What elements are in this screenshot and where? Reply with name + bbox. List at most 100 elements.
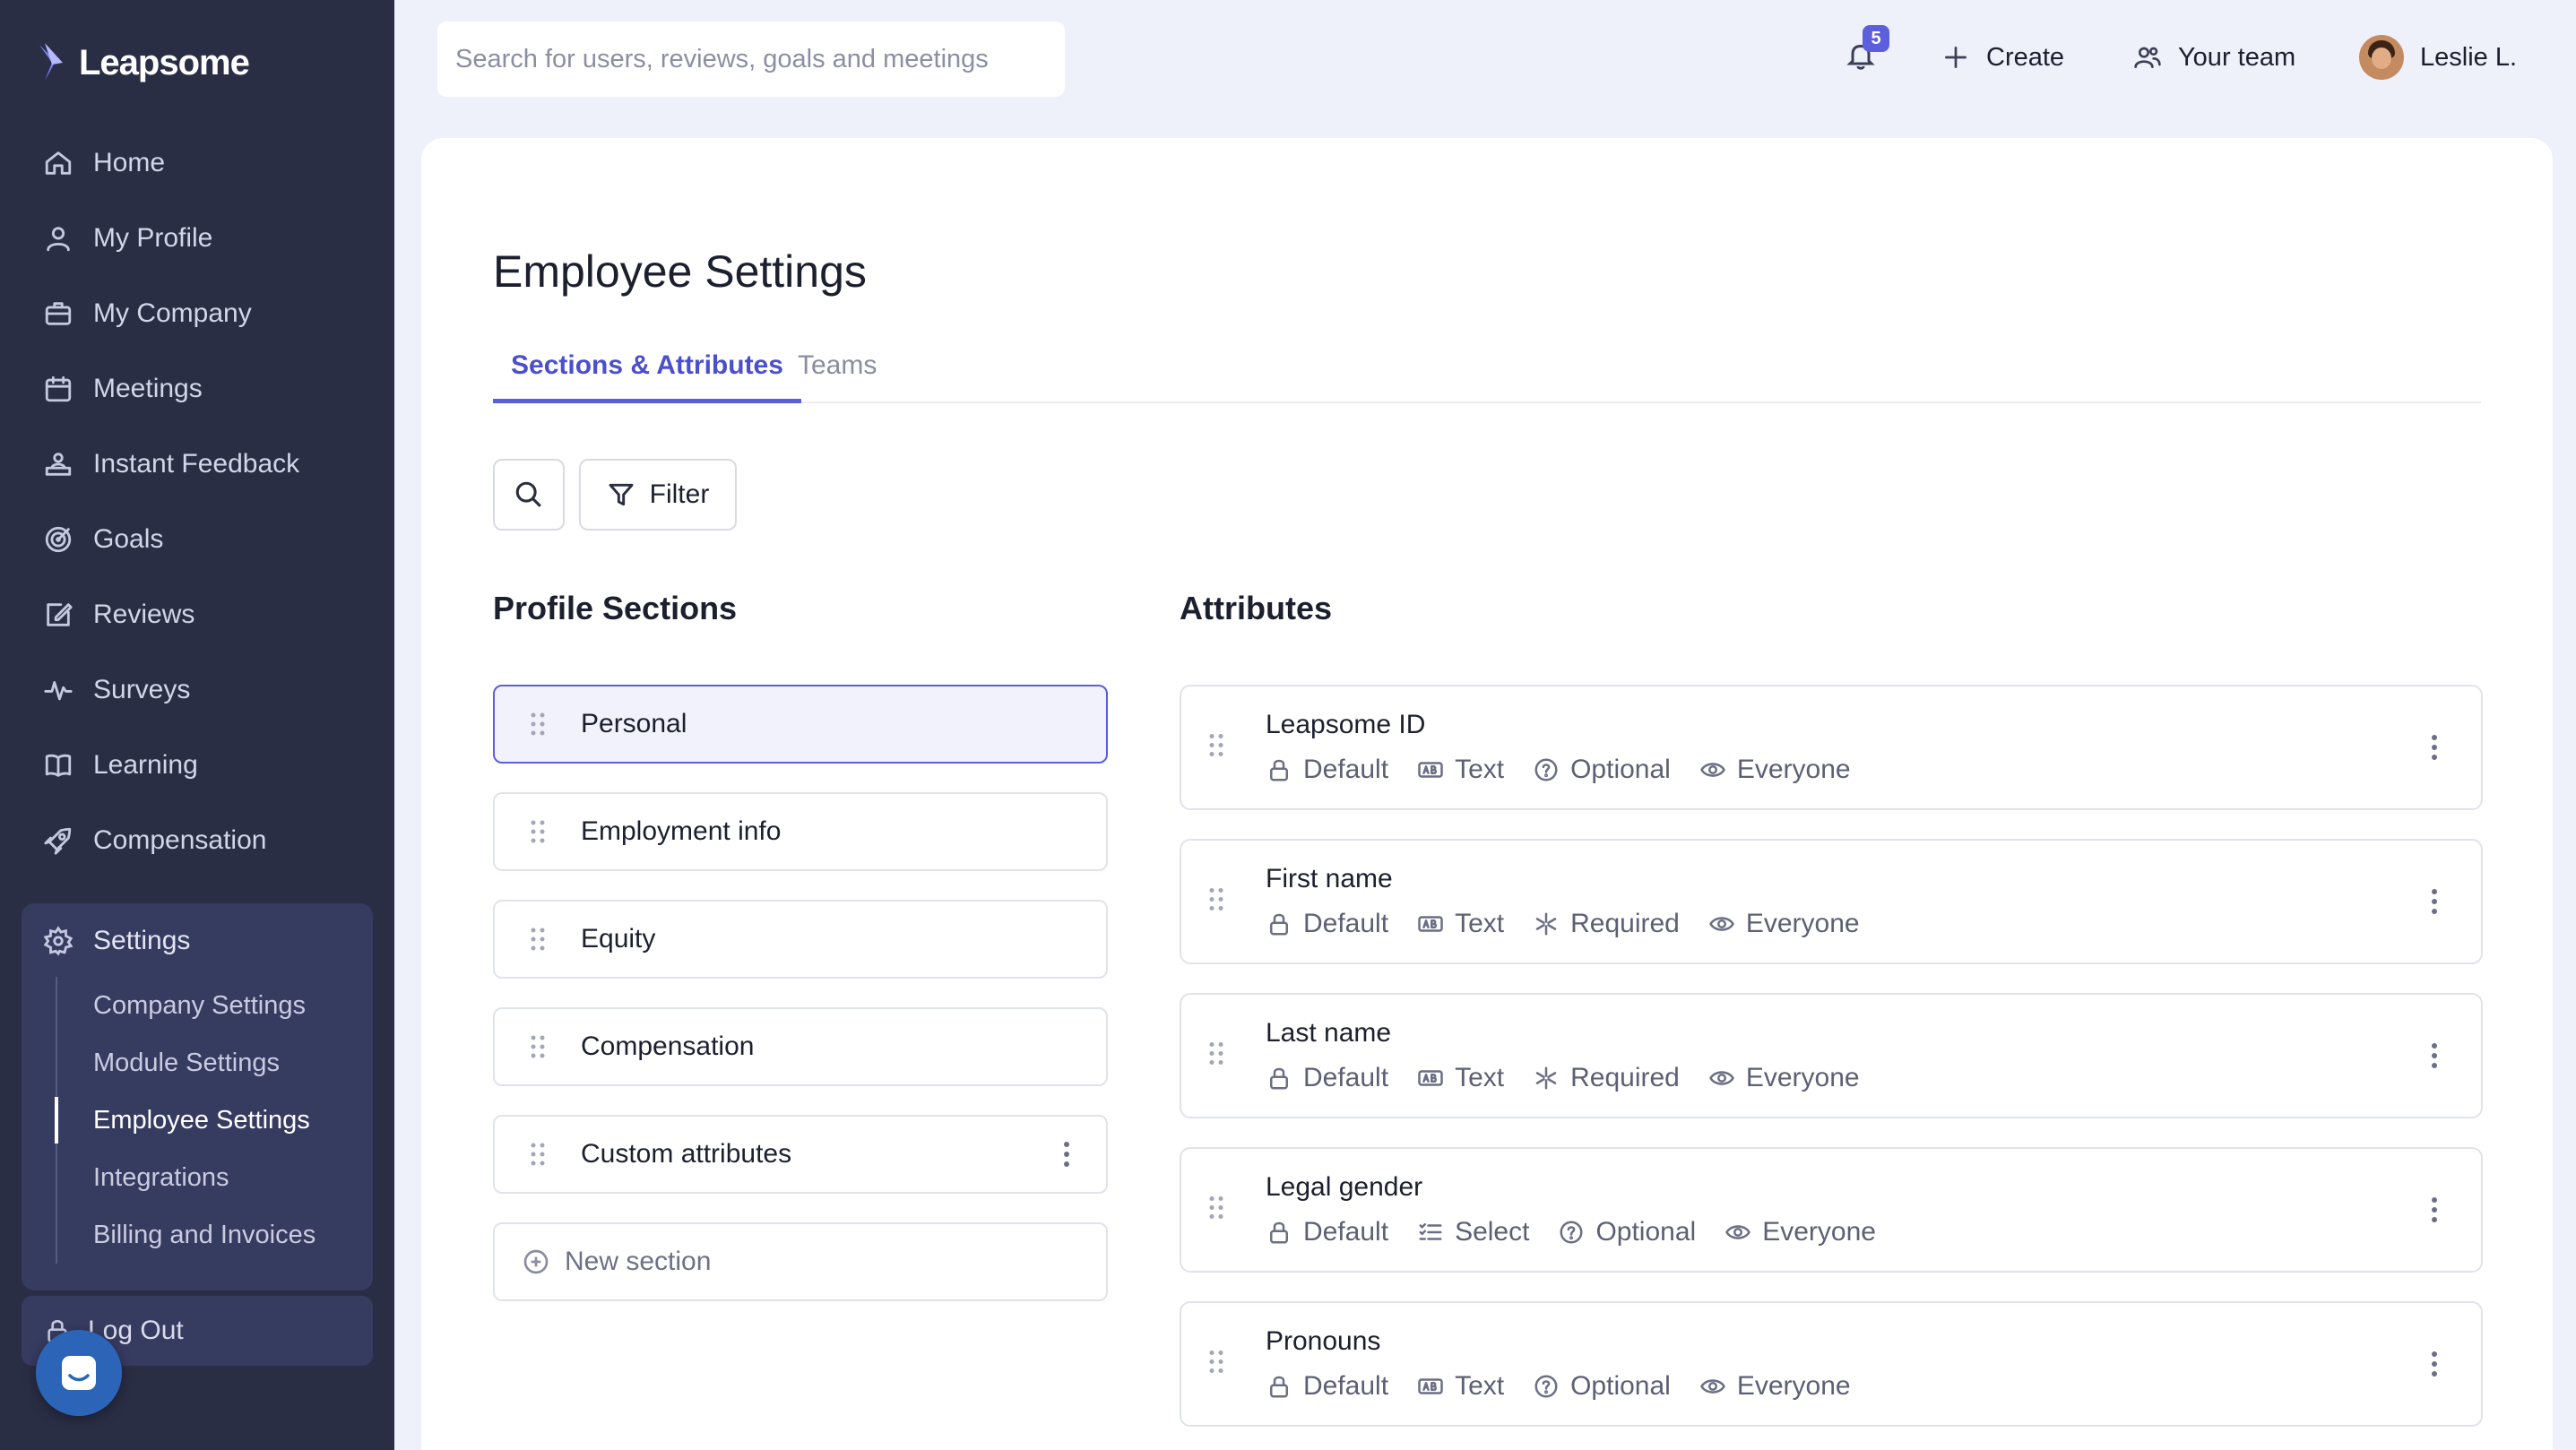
attribute-row-first-name[interactable]: First name Default Text Required Everyon… <box>1180 839 2483 964</box>
nav-item-settings[interactable]: Settings <box>22 903 373 979</box>
drag-handle-icon[interactable] <box>495 1141 581 1168</box>
plus-circle-icon <box>523 1249 549 1274</box>
profile-sections-list: Personal Employment info Equity Compensa… <box>493 685 1108 1330</box>
attribute-name: Leapsome ID <box>1266 710 1426 739</box>
section-label: Custom attributes <box>581 1139 792 1169</box>
eye-icon <box>1709 917 1734 931</box>
nav-item-my-company[interactable]: My Company <box>22 276 373 351</box>
section-item-employment-info[interactable]: Employment info <box>493 792 1108 871</box>
nav-item-label: Surveys <box>93 675 191 704</box>
lock-icon <box>1270 1067 1288 1090</box>
drag-handle-icon[interactable] <box>1208 732 1224 764</box>
attribute-name: First name <box>1266 864 1393 893</box>
search-input[interactable] <box>455 44 1065 74</box>
nav-item-learning[interactable]: Learning <box>22 728 373 803</box>
attributes-list: Leapsome ID Default Text Optional Everyo… <box>1180 685 2483 1450</box>
more-options-icon[interactable] <box>1063 1141 1070 1168</box>
attribute-meta: Default Select Optional Everyone <box>1266 1217 1905 1247</box>
attribute-requirement: Required <box>1533 1063 1680 1093</box>
nav-item-my-profile[interactable]: My Profile <box>22 201 373 276</box>
submenu-company-settings[interactable]: Company Settings <box>57 977 351 1034</box>
tab-teams[interactable]: Teams <box>780 333 895 403</box>
chat-support-button[interactable] <box>36 1330 122 1416</box>
create-label: Create <box>1986 42 2065 72</box>
attribute-type: Text <box>1417 909 1504 939</box>
attribute-source: Default <box>1266 1217 1388 1247</box>
submenu-integrations[interactable]: Integrations <box>57 1149 351 1206</box>
nav-item-reviews[interactable]: Reviews <box>22 577 373 652</box>
lock-icon <box>1270 1376 1288 1398</box>
section-item-compensation[interactable]: Compensation <box>493 1007 1108 1086</box>
submenu-employee-settings[interactable]: Employee Settings <box>55 1092 351 1149</box>
sidebar: Leapsome Home My Profile My Company Meet… <box>0 0 394 1450</box>
edit-icon <box>47 603 73 626</box>
section-item-equity[interactable]: Equity <box>493 900 1108 979</box>
filter-button[interactable]: Filter <box>579 459 737 531</box>
attribute-row-leapsome-id[interactable]: Leapsome ID Default Text Optional Everyo… <box>1180 685 2483 810</box>
drag-handle-icon[interactable] <box>1208 886 1224 918</box>
user-menu[interactable]: Leslie L. <box>2359 32 2517 82</box>
tab-bar: Sections & Attributes Teams <box>493 333 2481 403</box>
nav-item-label: My Profile <box>93 223 213 253</box>
attribute-row-legal-gender[interactable]: Legal gender Default Select Optional Eve… <box>1180 1147 2483 1273</box>
user-icon <box>47 227 70 252</box>
section-item-custom-attributes[interactable]: Custom attributes <box>493 1115 1108 1194</box>
attribute-visibility: Everyone <box>1725 1217 1876 1247</box>
nav-item-compensation[interactable]: Compensation <box>22 803 373 878</box>
more-options-icon[interactable] <box>2431 1351 2438 1377</box>
more-options-icon[interactable] <box>2431 1042 2438 1069</box>
drag-handle-icon[interactable] <box>1208 1040 1224 1072</box>
attribute-meta: Default Text Optional Everyone <box>1266 1371 1880 1402</box>
text-type-icon <box>1418 1070 1443 1086</box>
drag-handle-icon[interactable] <box>495 1033 581 1060</box>
avatar <box>2359 35 2404 80</box>
submenu-module-settings[interactable]: Module Settings <box>57 1034 351 1092</box>
section-item-personal[interactable]: Personal <box>493 685 1108 764</box>
attribute-visibility: Everyone <box>1708 909 1860 939</box>
global-search[interactable] <box>437 22 1065 97</box>
section-label: Compensation <box>581 1031 755 1061</box>
more-options-icon[interactable] <box>2431 888 2438 915</box>
section-label: Personal <box>581 709 687 738</box>
nav-item-home[interactable]: Home <box>22 125 373 201</box>
drag-handle-icon[interactable] <box>495 818 581 845</box>
nav-item-instant-feedback[interactable]: Instant Feedback <box>22 427 373 502</box>
briefcase-icon <box>45 302 72 325</box>
notification-badge: 5 <box>1863 25 1889 52</box>
text-type-icon <box>1418 1378 1443 1394</box>
question-circle-icon <box>1560 1221 1583 1244</box>
eye-icon <box>1709 1071 1734 1085</box>
attribute-requirement: Optional <box>1558 1217 1696 1247</box>
attribute-row-last-name[interactable]: Last name Default Text Required Everyone <box>1180 993 2483 1118</box>
submenu-billing-and-invoices[interactable]: Billing and Invoices <box>57 1206 351 1264</box>
drag-handle-icon[interactable] <box>495 711 581 738</box>
tab-sections-attributes[interactable]: Sections & Attributes <box>493 333 801 403</box>
eye-icon <box>1700 1379 1725 1394</box>
more-options-icon[interactable] <box>2431 1196 2438 1223</box>
attribute-requirement: Required <box>1533 909 1680 939</box>
attribute-source: Default <box>1266 755 1388 785</box>
drag-handle-icon[interactable] <box>1208 1195 1224 1226</box>
create-button[interactable]: Create <box>1941 32 2064 82</box>
attribute-meta: Default Text Required Everyone <box>1266 909 1889 939</box>
home-icon <box>45 151 72 175</box>
nav-item-label: Home <box>93 148 166 177</box>
asterisk-icon <box>1535 1066 1557 1090</box>
nav-item-label: Goals <box>93 524 164 554</box>
search-button[interactable] <box>493 459 565 531</box>
attribute-source: Default <box>1266 909 1388 939</box>
eye-icon <box>1700 763 1725 777</box>
settings-submenu: Company Settings Module Settings Employe… <box>55 977 351 1264</box>
nav-item-surveys[interactable]: Surveys <box>22 652 373 728</box>
attribute-visibility: Everyone <box>1699 1371 1851 1402</box>
drag-handle-icon[interactable] <box>495 926 581 953</box>
new-section-button[interactable]: New section <box>493 1222 1108 1301</box>
nav-item-meetings[interactable]: Meetings <box>22 351 373 427</box>
app-logo[interactable]: Leapsome <box>36 36 250 90</box>
nav-item-label: Meetings <box>93 374 203 403</box>
more-options-icon[interactable] <box>2431 734 2438 761</box>
your-team-button[interactable]: Your team <box>2133 32 2295 82</box>
attribute-row-pronouns[interactable]: Pronouns Default Text Optional Everyone <box>1180 1301 2483 1427</box>
drag-handle-icon[interactable] <box>1208 1349 1224 1380</box>
nav-item-goals[interactable]: Goals <box>22 502 373 577</box>
